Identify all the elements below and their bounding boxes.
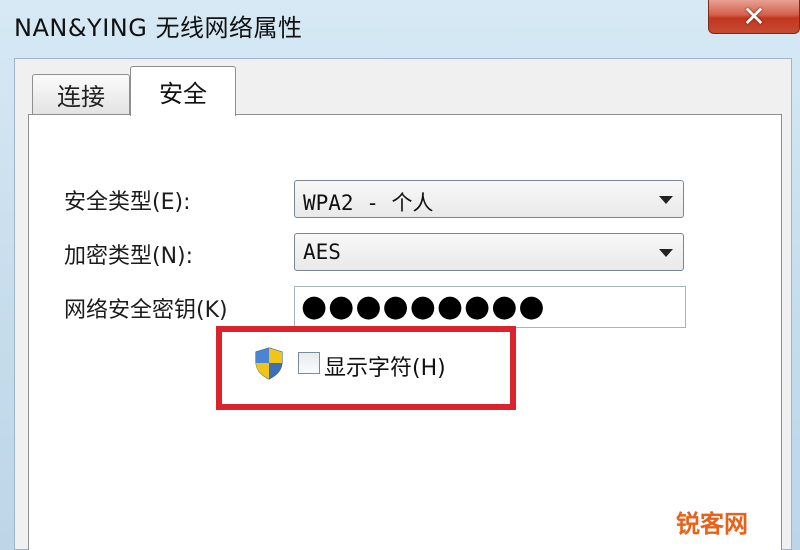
network-key-masked-value: ●●●●●●●●● bbox=[301, 289, 546, 324]
chevron-down-icon bbox=[659, 249, 673, 257]
tab-label: 连接 bbox=[57, 83, 105, 111]
encryption-type-value: AES bbox=[303, 240, 341, 264]
encryption-type-select[interactable]: AES bbox=[294, 233, 684, 271]
tab-security[interactable]: 安全 bbox=[130, 66, 236, 116]
security-type-value: WPA2 - 个人 bbox=[303, 191, 434, 215]
dialog-window: NAN&YING 无线网络属性 ✕ 连接 安全 安全类型(E): WPA2 - … bbox=[0, 0, 800, 550]
uac-shield-icon bbox=[255, 347, 283, 380]
show-characters-checkbox[interactable] bbox=[298, 352, 320, 374]
network-key-input[interactable]: ●●●●●●●●● bbox=[294, 286, 686, 328]
show-characters-label[interactable]: 显示字符(H) bbox=[324, 350, 446, 382]
tab-connection[interactable]: 连接 bbox=[32, 74, 130, 114]
watermark-logo: 锐客网 bbox=[676, 510, 748, 538]
security-type-select[interactable]: WPA2 - 个人 bbox=[294, 180, 684, 218]
security-type-label: 安全类型(E): bbox=[64, 190, 191, 215]
tab-label: 安全 bbox=[159, 80, 207, 108]
chevron-down-icon bbox=[659, 196, 673, 204]
network-key-label: 网络安全密钥(K) bbox=[64, 298, 228, 323]
close-icon: ✕ bbox=[742, 0, 766, 33]
window-title: NAN&YING 无线网络属性 bbox=[14, 14, 303, 42]
close-button[interactable]: ✕ bbox=[708, 0, 800, 34]
encryption-type-label: 加密类型(N): bbox=[64, 244, 194, 269]
